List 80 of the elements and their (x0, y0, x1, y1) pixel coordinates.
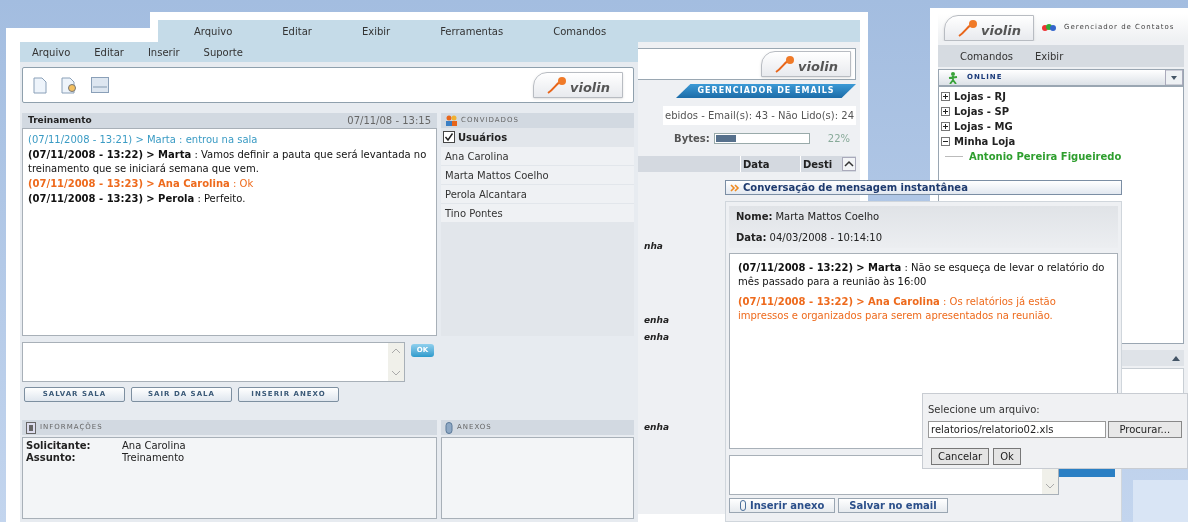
table-cell-text: nha (644, 240, 663, 253)
field-label: Nome: (736, 210, 773, 224)
menu-item[interactable]: Arquivo (32, 44, 71, 60)
dialog-button[interactable]: Cancelar (931, 448, 990, 465)
collapse-up-icon (1172, 355, 1180, 361)
guest-item[interactable]: Perola Alcantara (441, 185, 634, 203)
contact-group[interactable]: Lojas - SP (954, 104, 1009, 119)
message-input[interactable] (22, 342, 405, 382)
paperclip-icon (445, 421, 453, 434)
menu-item[interactable]: Exibir (361, 23, 391, 39)
collapse-icon[interactable] (941, 137, 950, 146)
guest-item[interactable]: Ana Carolina (441, 147, 634, 165)
guest-item[interactable]: Marta Mattos Coelho (441, 166, 634, 184)
menu-item[interactable]: Comandos (960, 48, 1013, 64)
logo-text: violin (981, 23, 1022, 37)
violin-swoosh-icon (773, 55, 796, 73)
guest-item[interactable]: Tino Pontes (441, 204, 634, 222)
field-label: Data: (736, 231, 767, 245)
logo-text: violin (569, 81, 610, 94)
field-value: Marta Mattos Coelho (775, 210, 880, 224)
chat-message: (07/11/2008 - 13:22) > Marta : Não se esqueça de levar o relatório do mês passado para a reunião às 16:00 (738, 261, 1106, 289)
expand-icon[interactable] (941, 92, 950, 101)
contact-group[interactable]: Lojas - RJ (954, 89, 1006, 104)
table-cell-text: enha (644, 331, 669, 344)
chat-message: (07/11/2008 - 13:21) > Marta : entrou na sala (28, 133, 259, 147)
column-header[interactable]: Desti (800, 156, 840, 172)
section-tab[interactable]: GERENCIADOR DE EMAILS (676, 84, 856, 98)
menu-item[interactable]: Editar (282, 23, 312, 39)
expand-icon[interactable] (941, 122, 950, 131)
sort-up-icon (842, 157, 856, 171)
dialog-title: Conversação de mensagem instantânea (743, 181, 968, 195)
checkbox[interactable] (443, 131, 455, 143)
room-date: 07/11/08 - 13:15 (347, 114, 431, 128)
mailbox-summary: ebidos - Email(s): 43 - Não Lido(s): 24 (663, 106, 856, 125)
contact-group[interactable]: Minha Loja (954, 134, 1016, 149)
backdrop-panel (1133, 480, 1188, 522)
contact-group[interactable]: Lojas - MG (954, 119, 1013, 134)
menu-item[interactable]: Comandos (553, 23, 607, 39)
users-icon (445, 115, 457, 126)
guest-list-header: Usuários (458, 130, 508, 145)
dialog-button[interactable]: Inserir anexo (729, 498, 836, 513)
scrollbar-icon (388, 343, 404, 381)
menu-item[interactable]: Inserir (147, 44, 180, 60)
dialog-button[interactable]: Salvar no email (838, 498, 948, 513)
menu-item[interactable]: Ferramentas (440, 23, 504, 39)
field-label: Assunto: (26, 452, 77, 464)
document-search-icon (61, 76, 77, 94)
double-chevron-icon (730, 183, 740, 192)
chat-message: (07/11/2008 - 13:22) > Marta : Vamos definir a pauta que será levantada no treinamento que se iniciará semana que vem. (28, 148, 428, 176)
menu-item[interactable]: Exibir (1035, 48, 1064, 64)
violin-swoosh-icon (545, 76, 568, 94)
logo-text: violin (797, 60, 838, 73)
column-header[interactable]: Data (740, 156, 798, 172)
menu-item[interactable]: Suporte (203, 44, 243, 60)
chat-message: (07/11/2008 - 13:23) > Ana Carolina : Ok (28, 177, 255, 191)
paperclip-icon (740, 500, 746, 511)
window-icon (91, 77, 109, 93)
menu-item[interactable]: Editar (94, 44, 124, 60)
violin-swoosh-icon (957, 18, 979, 37)
dialog-button[interactable]: Ok (993, 448, 1021, 465)
table-cell: enha (644, 313, 669, 327)
running-person-icon (947, 71, 959, 84)
expand-icon[interactable] (941, 107, 950, 116)
document-icon (33, 76, 47, 94)
field-label: Solicitante: (26, 440, 92, 452)
room-title: Treinamento (28, 113, 92, 127)
field-value: Treinamento (122, 452, 185, 464)
menu-item[interactable]: Arquivo (194, 23, 233, 39)
file-path-field[interactable]: relatorios/relatorio02.xls (928, 421, 1106, 438)
field-value: 04/03/2008 - 10:14:10 (769, 231, 883, 245)
info-card-icon (26, 421, 36, 434)
table-cell: enha (644, 420, 669, 434)
browse-button[interactable]: Procurar... (1107, 421, 1182, 438)
chat-message: (07/11/2008 - 13:22) > Ana Carolina : Os relatórios já estão impressos e organizados para serem apresentados na reunião. (738, 295, 1057, 323)
usage-percent: 22% (827, 132, 850, 146)
chat-message: (07/11/2008 - 13:23) > Perola : Perfeito. (28, 192, 247, 206)
caret-icon (1165, 70, 1183, 85)
bytes-label: Bytes: (674, 132, 710, 146)
dialog-label: Selecione um arquivo: (928, 403, 1041, 417)
field-value: Ana Carolina (122, 440, 186, 452)
